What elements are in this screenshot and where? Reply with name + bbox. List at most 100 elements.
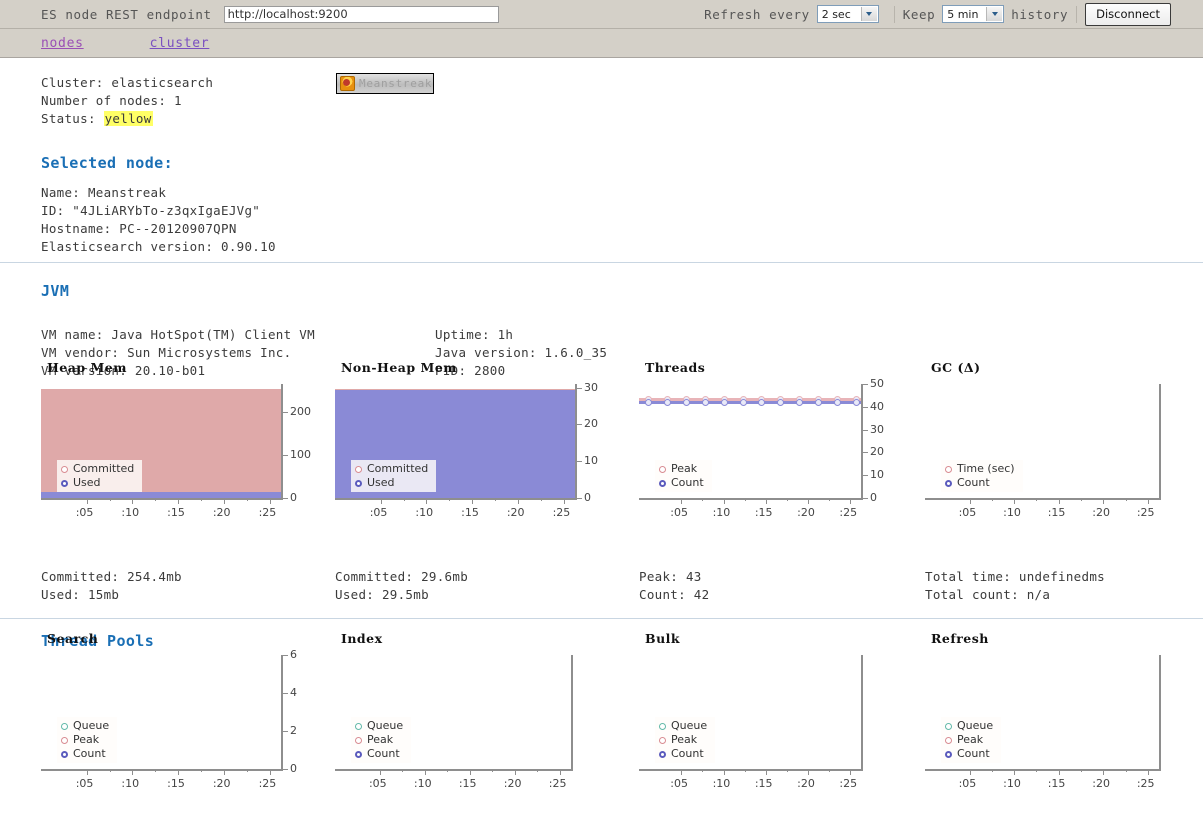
x-tick-minor <box>1125 498 1127 501</box>
endpoint-label: ES node REST endpoint <box>41 6 212 22</box>
x-tick-minor <box>449 498 451 501</box>
x-tick-label: :25 <box>548 777 567 790</box>
x-tick-label: :05 <box>368 777 387 790</box>
legend-label: Queue <box>671 719 708 732</box>
x-tick <box>223 498 225 504</box>
x-tick <box>269 769 271 775</box>
legend-item: Queue <box>659 719 707 733</box>
nonheap-committed: Committed: 29.6mb <box>335 569 469 584</box>
y-tick-label: 30 <box>870 422 884 436</box>
legend-item: Count <box>61 747 109 761</box>
x-tick-label: :25 <box>839 506 858 519</box>
y-tick <box>863 429 868 431</box>
x-tick-label: :25 <box>258 506 277 519</box>
node-selector-meanstreak[interactable]: Meanstreak <box>336 73 434 94</box>
legend-label: Count <box>671 476 704 489</box>
chart-threads: Threads 0 10 20 30 40 50:05:10:15:20:25 Peak Cou… <box>639 360 884 528</box>
x-tick-label: :25 <box>839 777 858 790</box>
x-tick-label: :10 <box>121 506 140 519</box>
x-tick <box>269 498 271 504</box>
x-tick-minor <box>1125 769 1127 772</box>
nav-link-cluster[interactable]: cluster <box>150 36 210 51</box>
data-point <box>758 398 766 406</box>
x-tick-label: :05 <box>670 506 688 519</box>
x-tick <box>178 498 180 504</box>
x-tick <box>517 498 519 504</box>
x-tick-label: :10 <box>413 777 432 790</box>
node-hostname: Hostname: PC--20120907QPN <box>41 221 237 236</box>
x-tick <box>469 769 471 775</box>
legend-marker-icon <box>355 465 362 473</box>
y-axis-threads <box>861 384 863 498</box>
x-tick <box>850 769 852 775</box>
x-tick <box>1058 498 1060 504</box>
legend-search: Queue Peak Count <box>57 717 118 763</box>
nav-link-nodes[interactable]: nodes <box>41 36 84 51</box>
x-tick-label: :10 <box>1003 506 1021 519</box>
legend-marker-icon <box>61 722 68 730</box>
x-tick-minor <box>991 769 993 772</box>
legend-item: Committed <box>355 462 428 476</box>
x-tick-minor <box>447 769 449 772</box>
y-tick-label: 200 <box>290 404 311 418</box>
keep-label: Keep <box>902 6 936 22</box>
x-tick-minor <box>109 498 111 501</box>
y-tick <box>283 454 288 456</box>
y-tick <box>283 655 288 656</box>
x-tick-label: :15 <box>1047 777 1066 790</box>
x-tick <box>132 769 134 775</box>
x-tick <box>1103 498 1105 504</box>
legend-marker-icon <box>355 736 362 744</box>
legend-marker-icon <box>945 722 952 730</box>
legend-marker-icon <box>355 750 362 758</box>
chart-bulk: Bulk:05:10:15:20:25 Queue Peak Count <box>639 631 863 799</box>
x-tick-minor <box>201 769 202 772</box>
legend-label: Used <box>367 476 395 489</box>
x-tick-minor <box>744 769 746 772</box>
x-tick-label: :15 <box>754 777 773 790</box>
x-tick <box>178 769 180 775</box>
y-tick <box>863 406 868 408</box>
nonheap-used: Used: 29.5mb <box>335 587 429 602</box>
y-tick-label: 100 <box>290 447 311 461</box>
x-tick-label: :05 <box>958 506 977 519</box>
legend-refresh: Queue Peak Count <box>941 717 1002 763</box>
refresh-interval-select[interactable]: 2 sec <box>816 5 879 23</box>
y-axis-index <box>571 655 573 769</box>
legend-item: Count <box>355 747 403 761</box>
y-tick <box>283 769 288 770</box>
x-tick-minor <box>495 498 496 501</box>
heap-committed: Committed: 254.4mb <box>41 569 182 584</box>
legend-marker-icon <box>355 722 362 730</box>
x-tick <box>1147 498 1149 504</box>
y-axis-nonheap <box>575 384 577 498</box>
gc-total-time: Total time: undefinedms <box>925 569 1105 584</box>
y-tick-label: 10 <box>584 454 598 468</box>
y-tick <box>283 731 288 732</box>
y-tick-label: 4 <box>290 686 297 699</box>
x-tick <box>223 769 225 775</box>
x-tick <box>472 498 474 504</box>
x-tick <box>723 498 725 504</box>
disconnect-button[interactable]: Disconnect <box>1085 2 1171 26</box>
threads-stats: Peak: 43 Count: 42 <box>639 568 709 604</box>
x-tick-label: :05 <box>75 506 94 519</box>
legend-item: Time (sec) <box>945 462 1015 476</box>
legend-label: Used <box>73 476 101 489</box>
chart-title-threads: Threads <box>645 360 706 375</box>
data-point <box>777 398 785 406</box>
keep-history-select[interactable]: 5 min <box>942 5 1005 23</box>
threads-count: Count: 42 <box>639 587 710 602</box>
data-point <box>853 398 860 406</box>
x-tick <box>723 769 725 775</box>
legend-label: Queue <box>73 719 110 732</box>
chart-title-search: Search <box>47 631 99 646</box>
data-point <box>739 398 747 406</box>
x-tick-label: :10 <box>121 777 140 790</box>
y-axis-search <box>281 655 283 769</box>
heap-stats: Committed: 254.4mb Used: 15mb <box>41 568 182 604</box>
y-tick-label: 10 <box>870 468 884 482</box>
x-tick-label: :10 <box>1003 777 1021 790</box>
endpoint-input[interactable] <box>223 5 499 23</box>
x-tick-minor <box>991 498 993 501</box>
